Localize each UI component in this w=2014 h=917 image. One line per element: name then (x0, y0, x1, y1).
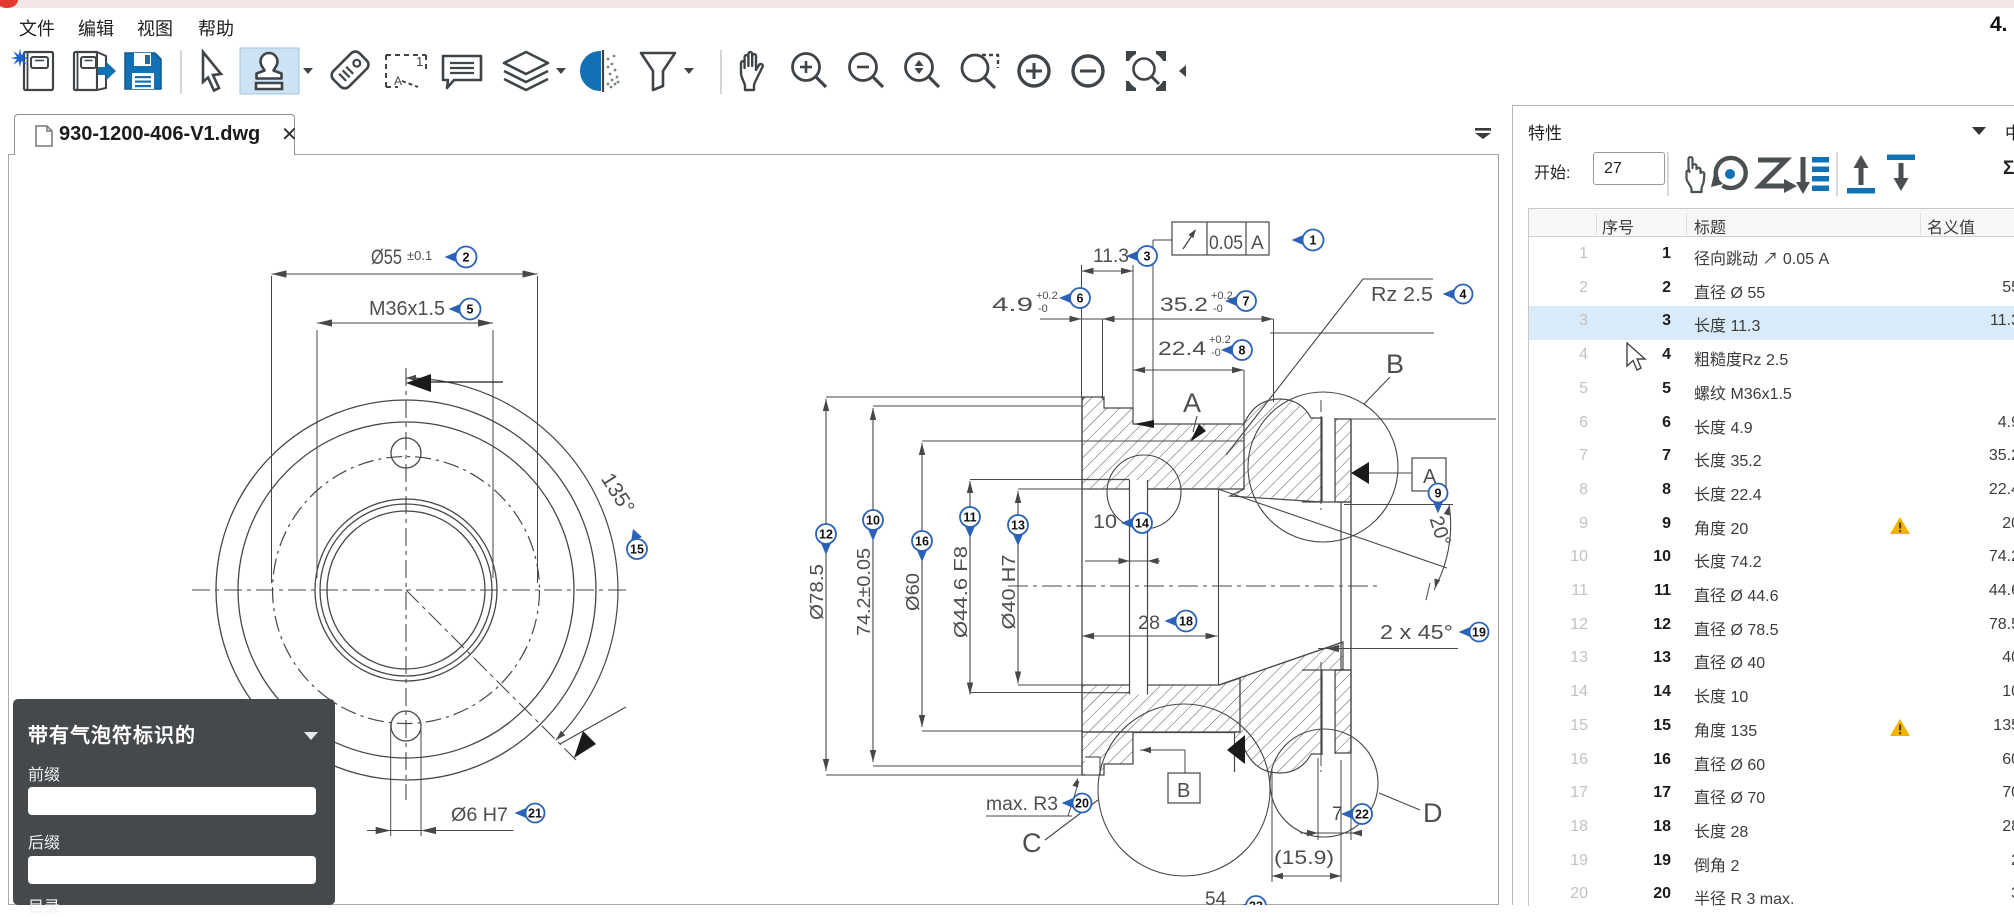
svg-text:20: 20 (1075, 797, 1089, 811)
svg-text:A: A (1251, 233, 1264, 254)
svg-text:Ø60: Ø60 (903, 573, 923, 611)
svg-text:6: 6 (1077, 292, 1084, 306)
svg-text:21: 21 (528, 807, 542, 821)
svg-text:11: 11 (963, 511, 976, 525)
svg-text:11.3: 11.3 (1093, 246, 1129, 267)
svg-text:4.9: 4.9 (992, 295, 1033, 316)
svg-text:B: B (1177, 780, 1190, 802)
svg-text:±0.1: ±0.1 (407, 248, 432, 263)
svg-text:7: 7 (1243, 295, 1250, 309)
svg-text:A: A (1183, 388, 1201, 418)
svg-text:Ø44.6 F8: Ø44.6 F8 (951, 546, 971, 638)
svg-text:C: C (1022, 828, 1042, 858)
svg-text:23: 23 (1249, 900, 1263, 906)
svg-text:1: 1 (1310, 234, 1317, 248)
svg-text:13: 13 (1011, 519, 1025, 533)
svg-text:0.05: 0.05 (1209, 233, 1243, 254)
svg-text:35.2: 35.2 (1160, 295, 1208, 316)
svg-text:16: 16 (915, 535, 929, 549)
svg-text:28: 28 (1138, 613, 1160, 634)
svg-text:2 x 45°: 2 x 45° (1380, 622, 1453, 644)
svg-text:+0.2: +0.2 (1036, 290, 1058, 302)
svg-text:M36x1.5: M36x1.5 (369, 298, 445, 320)
svg-text:max. R3: max. R3 (986, 794, 1058, 815)
svg-text:B: B (1386, 349, 1404, 379)
svg-text:-0: -0 (1213, 303, 1223, 315)
svg-text:3: 3 (1144, 250, 1151, 264)
svg-text:12: 12 (819, 528, 833, 542)
svg-text:10: 10 (866, 514, 880, 528)
svg-text:15: 15 (630, 543, 644, 557)
svg-text:8: 8 (1239, 344, 1246, 358)
svg-text:18: 18 (1179, 615, 1193, 629)
svg-text:-0: -0 (1038, 303, 1048, 315)
svg-text:2: 2 (463, 251, 470, 265)
svg-text:9: 9 (1435, 487, 1442, 501)
svg-text:10: 10 (1093, 512, 1117, 533)
svg-text:22.4: 22.4 (1158, 339, 1207, 360)
svg-text:5: 5 (467, 303, 474, 317)
svg-text:(15.9): (15.9) (1274, 848, 1334, 869)
svg-text:4: 4 (1460, 288, 1467, 302)
svg-text:+0.2: +0.2 (1209, 334, 1231, 346)
svg-text:74.2±0.05: 74.2±0.05 (854, 548, 874, 636)
svg-text:54: 54 (1205, 889, 1227, 905)
svg-text:22: 22 (1355, 808, 1369, 822)
svg-text:Ø40 H7: Ø40 H7 (999, 555, 1019, 630)
svg-text:19: 19 (1472, 626, 1486, 640)
svg-text:-0: -0 (1211, 347, 1221, 359)
svg-text:Rz 2.5: Rz 2.5 (1371, 284, 1433, 306)
svg-text:Ø78.5: Ø78.5 (807, 564, 827, 620)
svg-text:Ø6 H7: Ø6 H7 (451, 805, 508, 826)
svg-text:Ø55: Ø55 (371, 246, 402, 269)
svg-text:D: D (1423, 798, 1443, 828)
svg-text:14: 14 (1135, 517, 1149, 531)
